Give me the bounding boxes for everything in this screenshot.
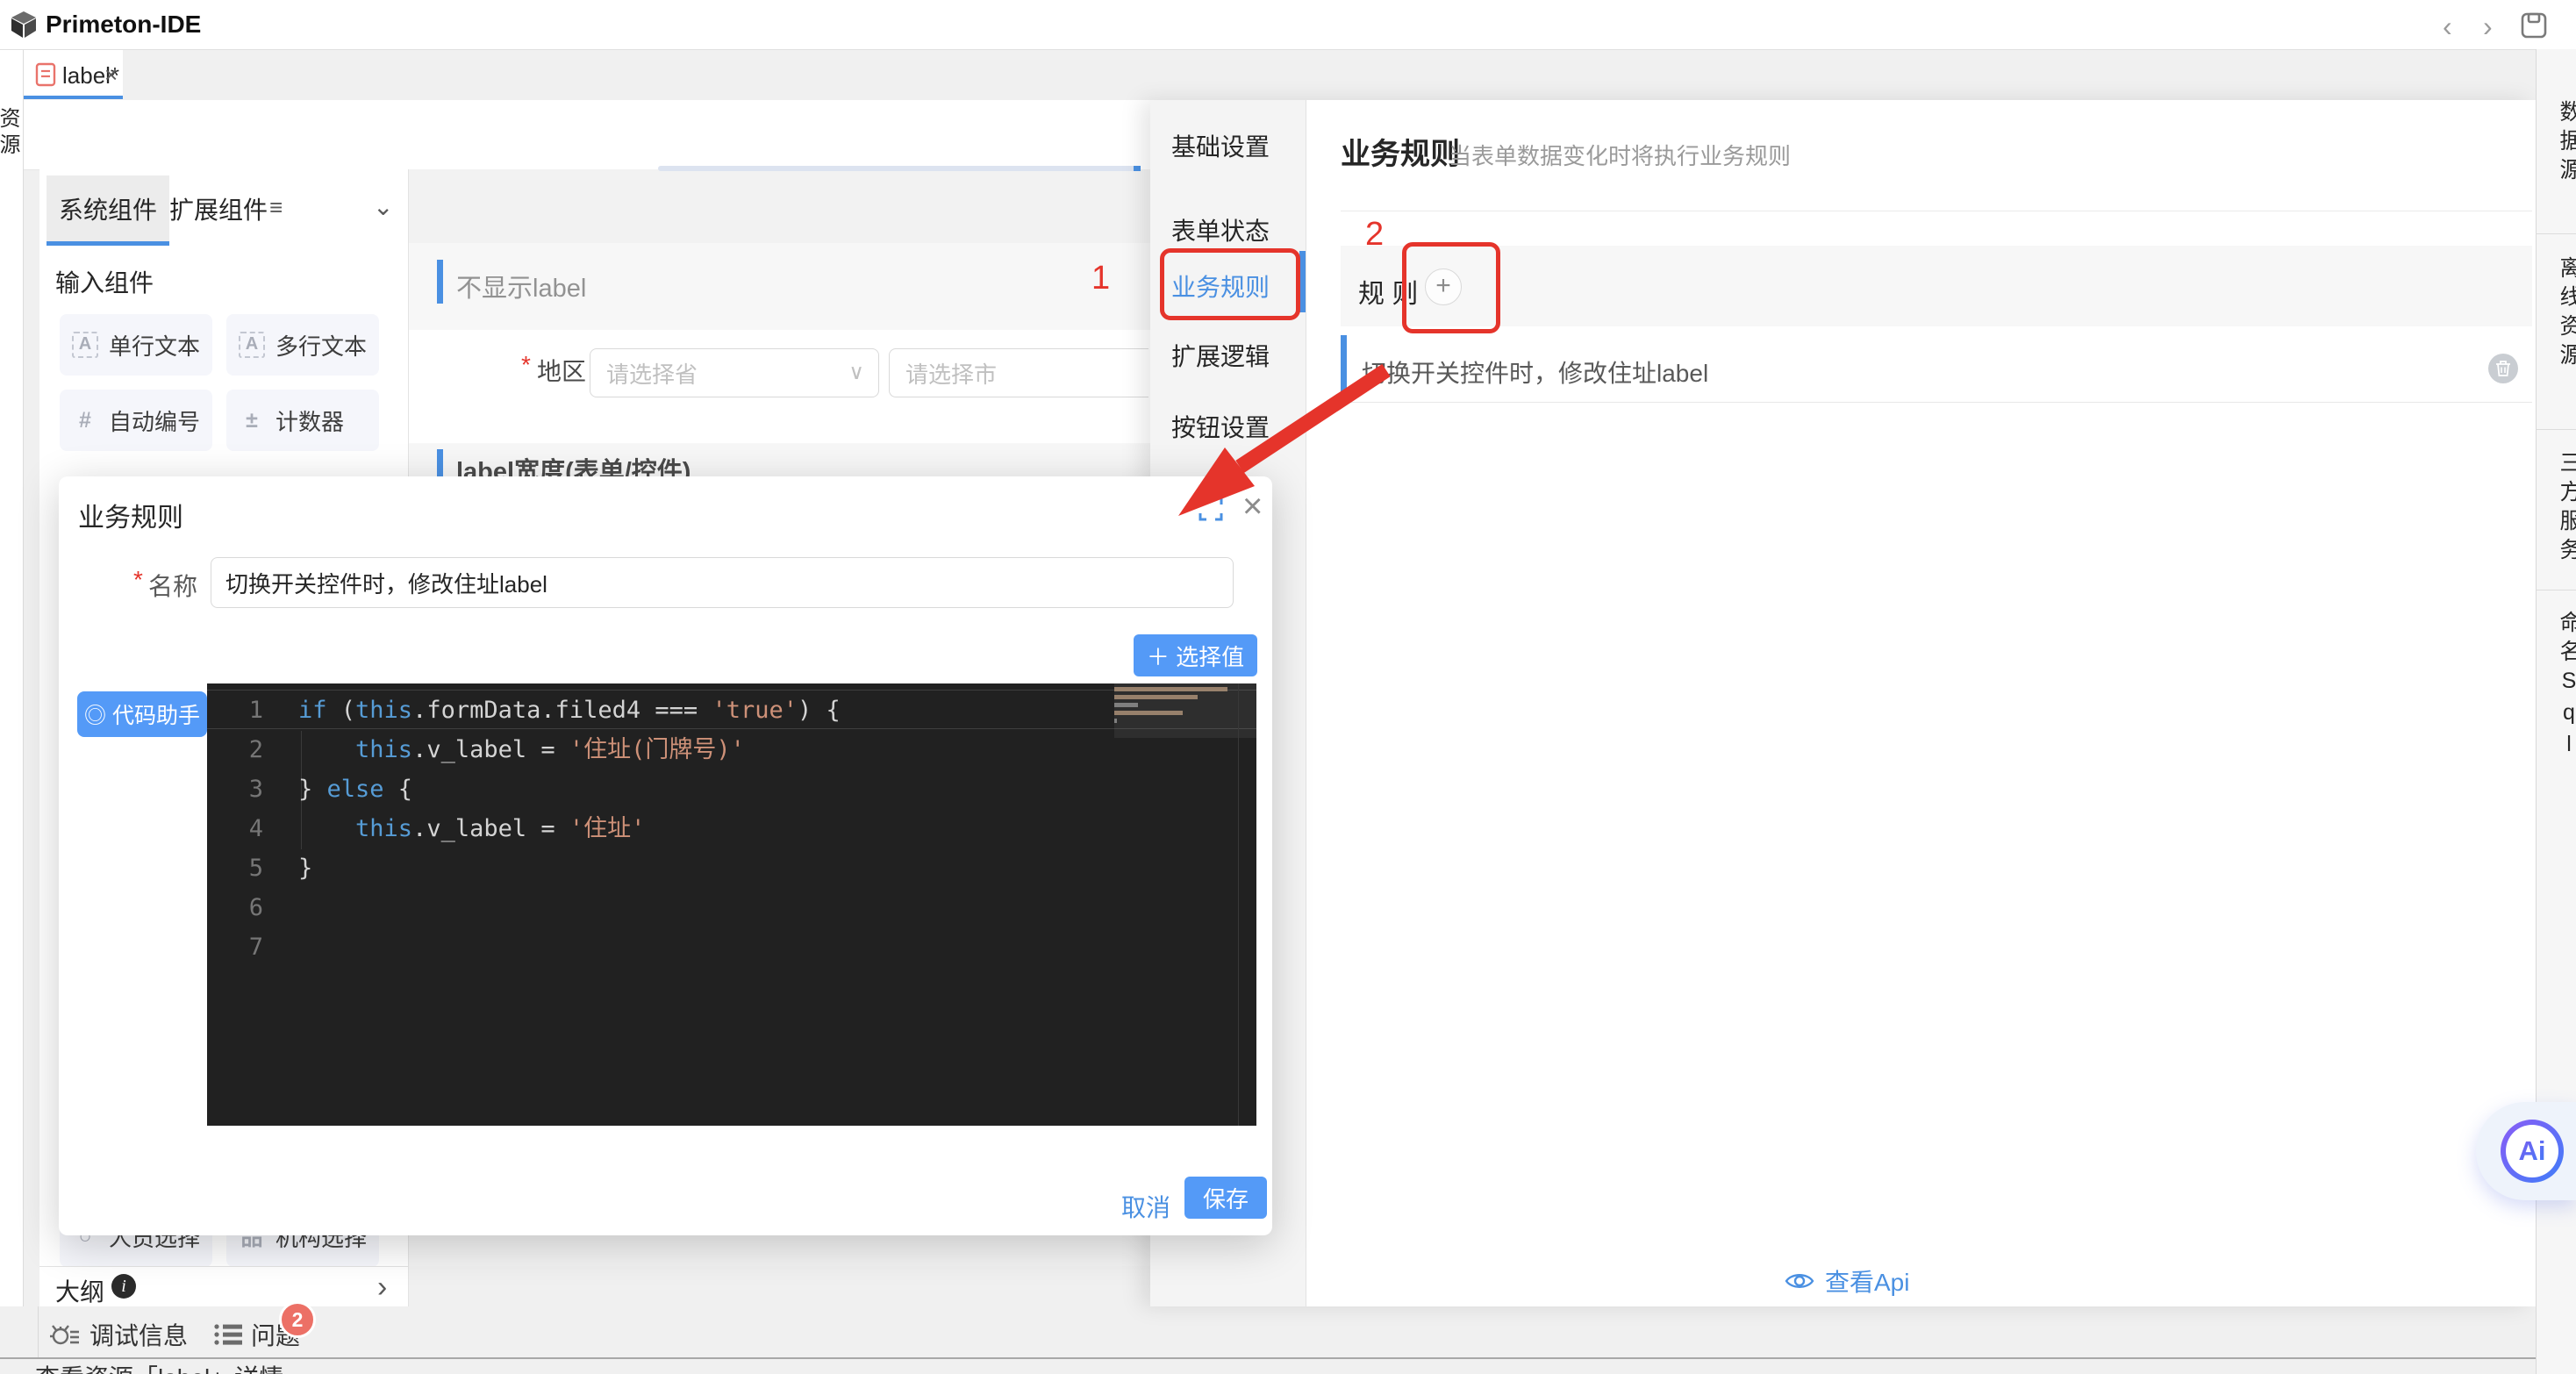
sidebar-item-offline-resource[interactable]: 离线资源: [2544, 256, 2576, 372]
trash-icon: [2495, 360, 2511, 377]
section-title: 不显示label: [456, 268, 586, 304]
delete-rule-button[interactable]: [2488, 354, 2518, 383]
rule-name: 切换开关控件时，修改住址label: [1362, 354, 1708, 390]
cancel-button[interactable]: 取消: [1121, 1189, 1170, 1224]
info-icon[interactable]: i: [111, 1274, 136, 1299]
left-rail: 资源: [0, 49, 24, 1306]
rail-resources-item[interactable]: 资源: [2, 107, 23, 160]
hash-icon: #: [72, 408, 98, 433]
rule-name-input[interactable]: [211, 557, 1234, 608]
ai-assistant-button[interactable]: Ai: [2501, 1120, 2564, 1183]
component-list-icon[interactable]: ≡: [269, 194, 283, 221]
status-bar: 调试信息 问题 2: [0, 1306, 2576, 1359]
annotation-step-2: 2: [1365, 216, 1384, 254]
horizontal-scrollbar[interactable]: [658, 166, 1139, 171]
annotation-step-1: 1: [1091, 260, 1110, 297]
code-assistant-button[interactable]: ◎ 代码助手: [77, 691, 207, 737]
region-field-row[interactable]: * 地区 请选择省 ∨ 请选择市: [408, 330, 1226, 443]
app-logo-icon: [9, 10, 39, 39]
sidebar-item-named-sql[interactable]: 命名Sql: [2544, 611, 2576, 763]
divider: [2537, 233, 2576, 234]
code-lines: 1if (this.formData.filed4 === 'true') {2…: [207, 691, 1256, 967]
component-counter[interactable]: ± 计数器: [226, 390, 379, 451]
panel-collapse-chevron-icon[interactable]: ⌄: [373, 192, 393, 221]
required-asterisk: *: [521, 351, 531, 379]
settings-panel: 基础设置 表单状态 业务规则 扩展逻辑 按钮设置 业务规则 当表单数据变化时将执…: [1150, 100, 2536, 1306]
panel-subtitle: 当表单数据变化时将执行业务规则: [1449, 139, 1791, 171]
select-value-button[interactable]: ＋ 选择值: [1134, 634, 1257, 676]
nav-forward-icon[interactable]: ›: [2483, 11, 2493, 43]
app-header: Primeton-IDE ‹ ›: [0, 0, 2576, 50]
tab-basic-settings[interactable]: 基础设置: [1171, 128, 1270, 163]
sidebar-item-third-party-service[interactable]: 三方服务: [2544, 451, 2576, 567]
tab-form-state[interactable]: 表单状态: [1171, 212, 1270, 247]
canvas-toolbar: [23, 100, 1226, 170]
code-editor[interactable]: 1if (this.formData.filed4 === 'true') {2…: [207, 683, 1256, 1126]
chevron-down-icon: ∨: [848, 360, 864, 385]
section-accent-bar: [437, 260, 443, 304]
textarea-icon: A: [239, 332, 265, 358]
debug-info-label: 调试信息: [89, 1317, 188, 1352]
outline-label: 大纲: [55, 1273, 104, 1308]
debug-icon: [49, 1320, 81, 1349]
text-icon: A: [72, 332, 98, 358]
component-auto-number[interactable]: # 自动编号: [60, 390, 212, 451]
nav-back-icon[interactable]: ‹: [2443, 11, 2452, 43]
dialog-title: 业务规则: [78, 496, 183, 534]
component-multi-line-text[interactable]: A 多行文本: [226, 314, 379, 376]
debug-info-button[interactable]: 调试信息: [49, 1317, 188, 1352]
app-title: Primeton-IDE: [46, 11, 201, 39]
divider: [38, 1306, 39, 1357]
tab-system-components[interactable]: 系统组件: [47, 175, 169, 242]
tab-label[interactable]: label* ×: [24, 49, 123, 99]
sidebar-item-datasource[interactable]: 数据源: [2544, 100, 2576, 187]
problems-count-badge: 2: [279, 1301, 316, 1338]
ai-assistant-pill: Ai: [2476, 1102, 2576, 1200]
rule-name-label: 名称: [148, 568, 197, 603]
city-select[interactable]: 请选择市: [889, 348, 1148, 397]
bottom-clipped-status: 查看资源「label」详情: [0, 1359, 790, 1374]
horizontal-scrollbar-thumb[interactable]: [1134, 166, 1141, 171]
business-rule-dialog: 业务规则 × * 名称 ＋ 选择值 ◎ 代码助手 1if (this.formD…: [59, 476, 1272, 1235]
minimap-separator: [1238, 683, 1239, 1126]
ai-label: Ai: [2519, 1135, 2546, 1167]
province-select[interactable]: 请选择省 ∨: [590, 348, 879, 397]
problems-list-icon: [214, 1322, 242, 1347]
outline-row[interactable]: 大纲 i ›: [39, 1266, 409, 1307]
outline-expand-chevron-icon[interactable]: ›: [377, 1270, 387, 1305]
required-asterisk: *: [133, 566, 143, 594]
editor-tabbar: label* ×: [23, 49, 2536, 101]
annotation-box-business-rules-tab: [1160, 248, 1300, 320]
minimap[interactable]: [1114, 687, 1237, 726]
plus-minus-icon: ±: [239, 408, 265, 433]
panel-title: 业务规则: [1341, 130, 1460, 173]
form-file-icon: [35, 62, 56, 87]
rules-header-band: 规 则 +: [1341, 246, 2532, 326]
component-single-line-text[interactable]: A 单行文本: [60, 314, 212, 376]
input-components-heading: 输入组件: [55, 264, 154, 299]
divider: [2537, 429, 2576, 430]
save-icon[interactable]: [2520, 11, 2548, 39]
save-button[interactable]: 保存: [1184, 1177, 1267, 1219]
annotation-arrow: [1165, 351, 1402, 540]
field-label: 地区: [537, 353, 586, 388]
rule-list-item[interactable]: 切换开关控件时，修改住址label: [1341, 335, 2532, 403]
view-api-link[interactable]: 查看Api: [1785, 1263, 1909, 1299]
tab-active-underline: [24, 96, 123, 99]
tab-close-icon[interactable]: ×: [104, 61, 118, 89]
annotation-box-add-rule: [1402, 242, 1500, 333]
active-tab-indicator: [1299, 251, 1306, 312]
tab-extension-components[interactable]: 扩展组件: [157, 175, 280, 242]
eye-icon: [1785, 1270, 1814, 1292]
